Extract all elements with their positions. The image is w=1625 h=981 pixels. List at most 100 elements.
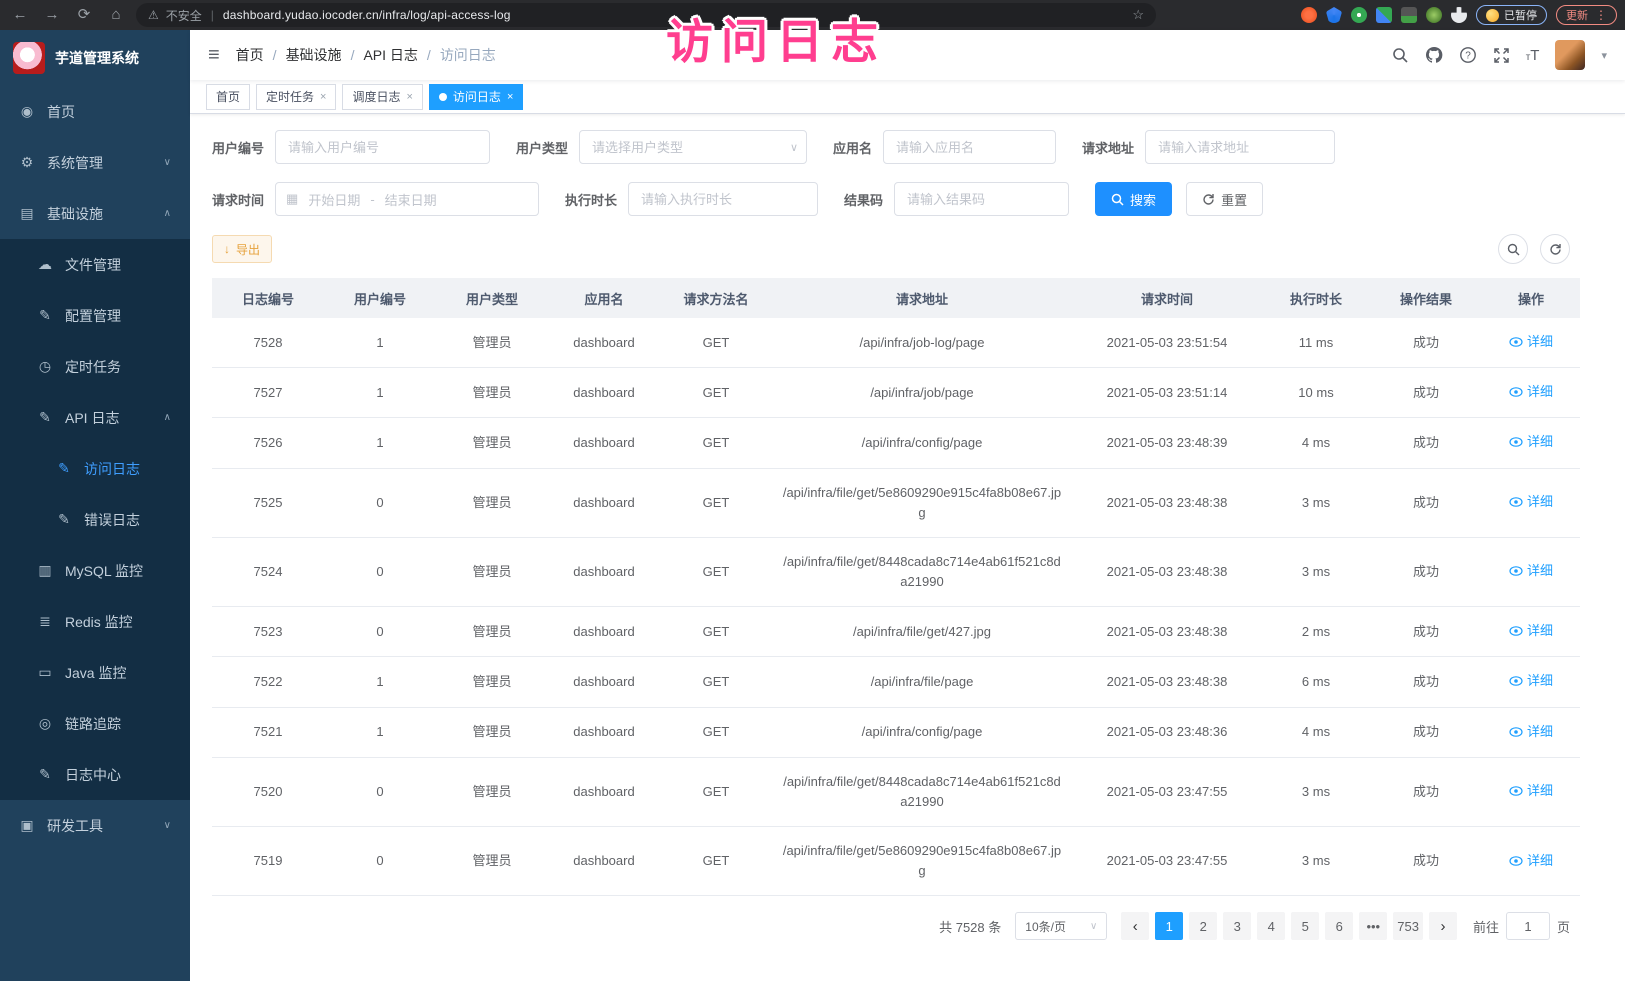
detail-link[interactable]: 详细 [1509, 332, 1553, 352]
reset-button[interactable]: 重置 [1186, 182, 1263, 216]
browser-update-button[interactable]: 更新 ⋮ [1556, 5, 1617, 25]
app-logo[interactable]: 芋道管理系统 [0, 30, 190, 86]
refresh-table-button[interactable] [1540, 234, 1570, 264]
extension-icon[interactable] [1401, 7, 1417, 23]
cell-url: /api/infra/file/get/5e8609290e915c4fa8b0… [772, 468, 1072, 537]
extension-icon[interactable] [1426, 7, 1442, 23]
browser-back-icon[interactable]: ← [8, 0, 32, 30]
detail-link[interactable]: 详细 [1509, 671, 1553, 691]
github-icon[interactable] [1425, 46, 1443, 64]
cell-duration: 10 ms [1262, 368, 1370, 418]
sidebar-item-apilog[interactable]: ✎ API 日志 ∧ [0, 392, 190, 443]
breadcrumb-home[interactable]: 首页 [236, 45, 264, 65]
col-app-name: 应用名 [548, 278, 660, 318]
col-url: 请求地址 [772, 278, 1072, 318]
profile-paused-badge[interactable]: 已暂停 [1476, 5, 1547, 25]
browser-home-icon[interactable]: ⌂ [104, 0, 128, 30]
sidebar-item-devtools[interactable]: ▣ 研发工具 ∨ [0, 800, 190, 851]
cell-user-type: 管理员 [436, 468, 548, 537]
sidebar-item-errorlog[interactable]: ✎ 错误日志 [0, 494, 190, 545]
goto-page-input[interactable] [1506, 912, 1550, 940]
request-url-input[interactable] [1145, 130, 1335, 164]
page-number-button[interactable]: 2 [1189, 912, 1217, 940]
user-id-input[interactable] [275, 130, 490, 164]
date-range-picker[interactable]: ▦ 开始日期 - 结束日期 [275, 182, 539, 216]
detail-link[interactable]: 详细 [1509, 851, 1553, 871]
detail-link[interactable]: 详细 [1509, 382, 1553, 402]
page-number-button[interactable]: 3 [1223, 912, 1251, 940]
cell-method: GET [660, 827, 772, 896]
puzzle-extensions-icon[interactable] [1451, 7, 1467, 23]
detail-link[interactable]: 详细 [1509, 621, 1553, 641]
cell-result: 成功 [1370, 657, 1482, 707]
sidebar-item-file[interactable]: ☁ 文件管理 [0, 239, 190, 290]
page-number-button[interactable]: 6 [1325, 912, 1353, 940]
bookmark-star-icon[interactable]: ☆ [1132, 7, 1144, 23]
sidebar-item-job[interactable]: ◷ 定时任务 [0, 341, 190, 392]
close-icon[interactable]: × [320, 91, 326, 103]
toolbox-icon: ▣ [19, 817, 35, 834]
user-avatar[interactable] [1555, 40, 1585, 70]
browser-forward-icon[interactable]: → [40, 0, 64, 30]
app-name-input[interactable] [883, 130, 1056, 164]
cell-app-name: dashboard [548, 318, 660, 368]
page-url[interactable]: dashboard.yudao.iocoder.cn/infra/log/api… [223, 8, 511, 22]
sidebar-item-accesslog[interactable]: ✎ 访问日志 [0, 443, 190, 494]
sidebar-item-system[interactable]: ⚙ 系统管理 ∨ [0, 137, 190, 188]
close-icon[interactable]: × [406, 91, 412, 103]
toggle-search-button[interactable] [1498, 234, 1528, 264]
page-number-button[interactable]: 753 [1393, 912, 1423, 940]
cell-time: 2021-05-03 23:48:38 [1072, 657, 1262, 707]
sidebar-item-redis[interactable]: ≣ Redis 监控 [0, 596, 190, 647]
sidebar-item-logcenter[interactable]: ✎ 日志中心 [0, 749, 190, 800]
detail-link[interactable]: 详细 [1509, 781, 1553, 801]
tag-job[interactable]: 定时任务× [256, 84, 336, 110]
browser-menu-dots-icon[interactable]: ⋮ [1595, 8, 1607, 22]
page-content: 用户编号 用户类型 ∨ 应用名 请求地址 [190, 114, 1625, 981]
page-number-button[interactable]: 4 [1257, 912, 1285, 940]
caret-down-icon[interactable]: ▾ [1601, 49, 1607, 62]
security-label[interactable]: 不安全 [166, 7, 202, 24]
extension-icon[interactable] [1351, 7, 1367, 23]
help-icon[interactable]: ? [1459, 46, 1477, 64]
extension-icon[interactable] [1301, 7, 1317, 23]
close-icon[interactable]: × [507, 91, 513, 103]
sidebar-item-infra[interactable]: ▤ 基础设施 ∧ [0, 188, 190, 239]
detail-link[interactable]: 详细 [1509, 432, 1553, 452]
hamburger-icon[interactable]: ≡ [208, 44, 220, 67]
page-number-button[interactable]: 5 [1291, 912, 1319, 940]
prev-page-button[interactable]: ‹ [1121, 912, 1149, 940]
extension-icon[interactable] [1376, 7, 1392, 23]
active-dot [439, 93, 447, 101]
page-number-button[interactable]: 1 [1155, 912, 1183, 940]
tag-home[interactable]: 首页 [206, 84, 250, 110]
cell-log-id: 7526 [212, 418, 324, 468]
extension-icon[interactable] [1326, 7, 1342, 23]
detail-link[interactable]: 详细 [1509, 561, 1553, 581]
browser-reload-icon[interactable]: ⟳ [72, 0, 96, 30]
page-size-select[interactable]: 10条/页 ∨ [1015, 912, 1107, 940]
log-document-icon: ✎ [56, 460, 72, 477]
search-icon[interactable] [1392, 47, 1409, 64]
sidebar-item-config[interactable]: ✎ 配置管理 [0, 290, 190, 341]
user-type-select[interactable] [579, 130, 807, 164]
export-button[interactable]: ↓ 导出 [212, 235, 272, 263]
duration-input[interactable] [628, 182, 818, 216]
font-size-icon[interactable]: тT [1526, 47, 1540, 64]
next-page-button[interactable]: › [1429, 912, 1457, 940]
tag-joblog[interactable]: 调度日志× [342, 84, 422, 110]
sidebar-item-java[interactable]: ▭ Java 监控 [0, 647, 190, 698]
sidebar-item-trace[interactable]: ◎ 链路追踪 [0, 698, 190, 749]
cell-time: 2021-05-03 23:51:54 [1072, 318, 1262, 368]
sidebar-item-home[interactable]: ◉ 首页 [0, 86, 190, 137]
address-bar[interactable]: ⚠ 不安全 | dashboard.yudao.iocoder.cn/infra… [136, 3, 1156, 27]
fullscreen-icon[interactable] [1493, 47, 1510, 64]
col-duration: 执行时长 [1262, 278, 1370, 318]
result-code-input[interactable] [894, 182, 1069, 216]
page-number-button[interactable]: ••• [1359, 912, 1387, 940]
tag-accesslog[interactable]: 访问日志× [429, 84, 523, 110]
detail-link[interactable]: 详细 [1509, 492, 1553, 512]
detail-link[interactable]: 详细 [1509, 722, 1553, 742]
sidebar-item-mysql[interactable]: ▥ MySQL 监控 [0, 545, 190, 596]
search-button[interactable]: 搜索 [1095, 182, 1172, 216]
